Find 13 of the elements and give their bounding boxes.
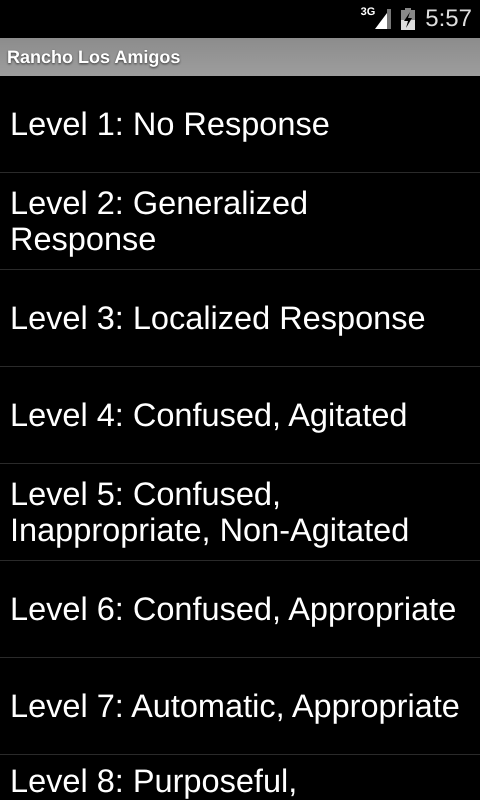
network-type: 3G xyxy=(360,6,376,18)
list-item[interactable]: Level 6: Confused, Appropriate xyxy=(0,561,480,658)
list-item[interactable]: Level 1: No Response xyxy=(0,76,480,173)
list-item[interactable]: Level 5: Confused, Inappropriate, Non-Agitated xyxy=(0,464,480,561)
battery-icon xyxy=(401,8,416,30)
app-title: Rancho Los Amigos xyxy=(7,46,180,68)
list-item[interactable]: Level 4: Confused, Agitated xyxy=(0,367,480,464)
list-item[interactable]: Level 2: Generalized Response xyxy=(0,173,480,270)
list-item[interactable]: Level 7: Automatic, Appropriate xyxy=(0,658,480,755)
clock: 5:57 xyxy=(425,5,472,33)
signal-icon xyxy=(375,9,392,29)
list-item[interactable]: Level 8: Purposeful, xyxy=(0,755,480,800)
list-item[interactable]: Level 3: Localized Response xyxy=(0,270,480,367)
